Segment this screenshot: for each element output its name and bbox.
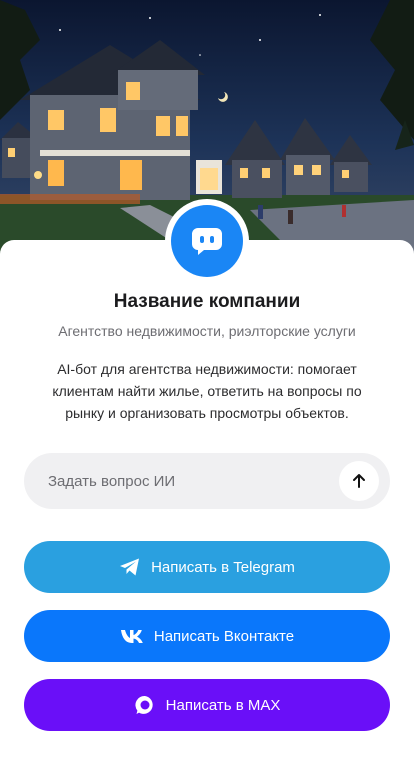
avatar (165, 199, 249, 283)
ask-ai-field (24, 453, 390, 509)
vk-button-label: Написать Вконтакте (153, 627, 295, 645)
max-button[interactable]: Написать в MAX (24, 679, 390, 731)
company-subtitle: Агентство недвижимости, риэлторские услу… (58, 323, 356, 339)
company-name: Название компании (113, 291, 301, 312)
max-button-label: Написать в MAX (165, 696, 281, 714)
telegram-button-label: Написать в Telegram (151, 558, 295, 576)
max-icon (134, 694, 156, 716)
arrow-up-icon (353, 474, 365, 488)
chat-bot-icon (171, 205, 243, 277)
ask-ai-input[interactable] (24, 453, 324, 509)
telegram-button[interactable]: Написать в Telegram (24, 541, 390, 593)
company-description: AI-бот для агентства недвижимости: помог… (52, 361, 362, 421)
send-button[interactable] (339, 461, 379, 501)
telegram-icon (119, 557, 141, 577)
vk-icon (120, 628, 144, 644)
vk-button[interactable]: Написать Вконтакте (24, 610, 390, 662)
